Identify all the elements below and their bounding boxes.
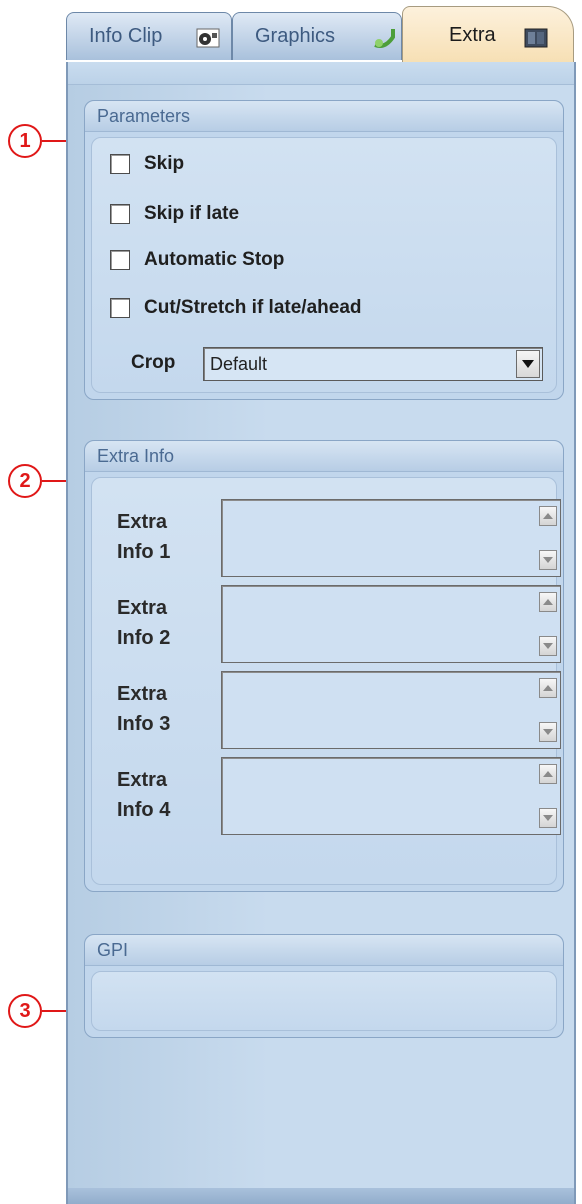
skip-checkbox-row[interactable]: Skip bbox=[110, 150, 184, 178]
callout-3: 3 bbox=[8, 994, 66, 1030]
extra-info-2-label: Extra Info 2 bbox=[117, 597, 171, 649]
callout-1-line bbox=[42, 140, 66, 142]
automatic-stop-label: Automatic Stop bbox=[144, 249, 285, 270]
scroll-up-button[interactable] bbox=[539, 592, 557, 612]
callout-2-number: 2 bbox=[8, 464, 42, 498]
extra-info-3-label: Extra Info 3 bbox=[117, 683, 171, 735]
cut-stretch-label: Cut/Stretch if late/ahead bbox=[144, 297, 362, 318]
scroll-up-button[interactable] bbox=[539, 678, 557, 698]
arrow-up-icon bbox=[543, 599, 553, 605]
crop-label: Crop bbox=[131, 352, 176, 373]
tab-graphics-label: Graphics bbox=[255, 25, 336, 47]
automatic-stop-checkbox-row[interactable]: Automatic Stop bbox=[110, 246, 284, 274]
graphics-icon bbox=[374, 29, 395, 48]
crop-select[interactable]: Default bbox=[203, 347, 543, 381]
cut-stretch-checkbox[interactable] bbox=[110, 298, 130, 318]
callout-1: 1 bbox=[8, 124, 66, 160]
chevron-down-icon bbox=[522, 360, 534, 368]
extra-info-header: Extra Info bbox=[85, 441, 563, 472]
extra-info-4-label: Extra Info 4 bbox=[117, 769, 171, 821]
extra-info-3-field[interactable] bbox=[221, 671, 561, 749]
scroll-up-button[interactable] bbox=[539, 764, 557, 784]
tab-extra[interactable]: Extra bbox=[402, 6, 574, 64]
skip-if-late-checkbox[interactable] bbox=[110, 204, 130, 224]
callout-2: 2 bbox=[8, 464, 66, 500]
arrow-up-icon bbox=[543, 771, 553, 777]
panel-bottom-strip bbox=[68, 1188, 574, 1204]
tab-extra-label: Extra bbox=[449, 24, 496, 46]
gpi-inner bbox=[91, 971, 557, 1031]
tab-info-clip-label: Info Clip bbox=[89, 25, 163, 47]
extra-info-group: Extra Info Extra Info 1 Extra Info 2 Ext… bbox=[84, 440, 564, 892]
skip-if-late-label: Skip if late bbox=[144, 203, 240, 224]
callout-3-line bbox=[42, 1010, 66, 1012]
scroll-down-button[interactable] bbox=[539, 722, 557, 742]
gpi-header: GPI bbox=[85, 935, 563, 966]
callout-3-number: 3 bbox=[8, 994, 42, 1028]
crop-select-value: Default bbox=[210, 354, 268, 374]
scroll-down-button[interactable] bbox=[539, 636, 557, 656]
skip-label: Skip bbox=[144, 153, 185, 174]
extra-info-1-label: Extra Info 1 bbox=[117, 511, 171, 563]
skip-checkbox[interactable] bbox=[110, 154, 130, 174]
callout-1-number: 1 bbox=[8, 124, 42, 158]
arrow-down-icon bbox=[543, 729, 553, 735]
callout-2-line bbox=[42, 480, 66, 482]
tab-info-clip[interactable]: Info Clip bbox=[66, 12, 232, 60]
extra-box-icon bbox=[524, 28, 548, 48]
arrow-down-icon bbox=[543, 815, 553, 821]
film-reel-icon bbox=[196, 28, 220, 48]
tab-bar: Info Clip Graphics Extra bbox=[66, 6, 576, 64]
panel-top-strip bbox=[68, 62, 574, 85]
arrow-up-icon bbox=[543, 513, 553, 519]
parameters-group: Parameters Skip Skip if late Automatic S… bbox=[84, 100, 564, 400]
crop-dropdown-button[interactable] bbox=[516, 350, 540, 378]
extra-panel: Parameters Skip Skip if late Automatic S… bbox=[66, 62, 576, 1204]
extra-info-2-field[interactable] bbox=[221, 585, 561, 663]
arrow-down-icon bbox=[543, 643, 553, 649]
automatic-stop-checkbox[interactable] bbox=[110, 250, 130, 270]
scroll-down-button[interactable] bbox=[539, 808, 557, 828]
skip-if-late-checkbox-row[interactable]: Skip if late bbox=[110, 200, 239, 228]
extra-info-4-field[interactable] bbox=[221, 757, 561, 835]
parameters-header: Parameters bbox=[85, 101, 563, 132]
scroll-up-button[interactable] bbox=[539, 506, 557, 526]
cut-stretch-checkbox-row[interactable]: Cut/Stretch if late/ahead bbox=[110, 294, 362, 322]
arrow-down-icon bbox=[543, 557, 553, 563]
tab-graphics[interactable]: Graphics bbox=[232, 12, 402, 60]
scroll-down-button[interactable] bbox=[539, 550, 557, 570]
arrow-up-icon bbox=[543, 685, 553, 691]
extra-info-1-field[interactable] bbox=[221, 499, 561, 577]
gpi-group: GPI bbox=[84, 934, 564, 1038]
